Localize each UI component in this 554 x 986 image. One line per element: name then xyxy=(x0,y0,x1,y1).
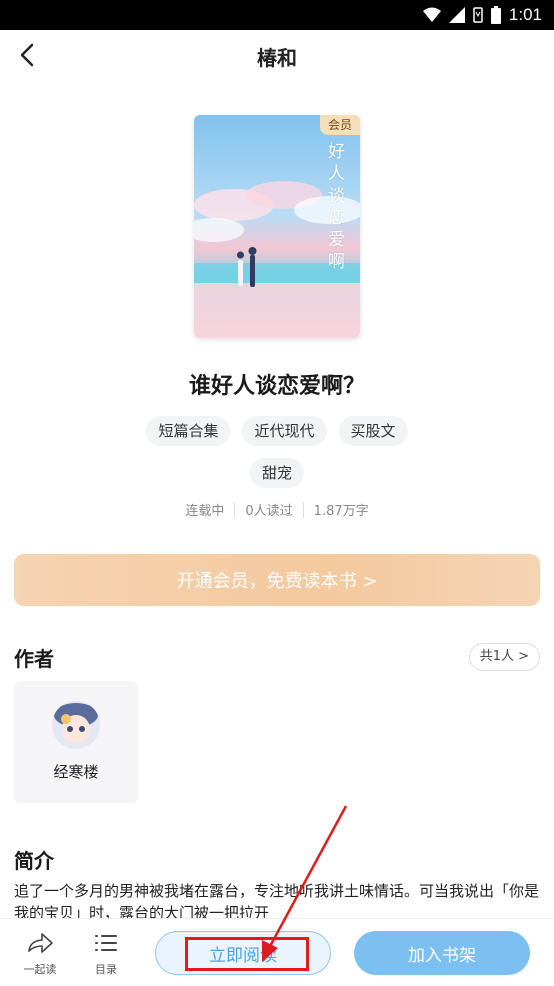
author-name: 经寒楼 xyxy=(53,763,99,781)
avatar xyxy=(52,701,100,749)
divider xyxy=(234,501,236,518)
divider xyxy=(302,501,304,518)
header: 椿和 xyxy=(0,30,554,80)
battery-icon xyxy=(490,6,501,24)
list-icon xyxy=(95,935,117,951)
sim-icon xyxy=(473,7,483,23)
signal-icon xyxy=(448,7,465,23)
wifi-icon xyxy=(422,7,441,22)
catalog-button[interactable]: 目录 xyxy=(84,931,128,977)
status-time: 1:01 xyxy=(508,5,542,24)
status-bar: 1:01 xyxy=(0,0,554,30)
reader-count: 0人读过 xyxy=(245,504,293,519)
author-section-title: 作者 xyxy=(14,647,54,671)
tag-item[interactable]: 近代现代 xyxy=(242,416,327,446)
author-card[interactable]: 经寒楼 xyxy=(14,681,138,803)
book-title: 谁好人谈恋爱啊？ xyxy=(188,374,365,399)
read-together-button[interactable]: 一起读 xyxy=(18,931,62,977)
word-count: 1.87万字 xyxy=(313,504,369,519)
tag-item[interactable]: 短篇合集 xyxy=(146,416,231,446)
tag-item[interactable]: 甜宠 xyxy=(249,458,304,488)
vip-banner-button[interactable]: 开通会员，免费读本书 > xyxy=(14,554,540,606)
add-to-shelf-button[interactable]: 加入书架 xyxy=(354,931,530,975)
read-together-label: 一起读 xyxy=(23,963,57,976)
share-icon xyxy=(28,933,53,953)
annotation-highlight-box xyxy=(185,937,309,971)
book-cover[interactable]: 会员 好人谈恋爱啊 xyxy=(194,115,360,338)
tag-list: 短篇合集 近代现代 买股文 甜宠 xyxy=(0,416,554,488)
tag-item[interactable]: 买股文 xyxy=(338,416,408,446)
book-meta: 连载中 0人读过 1.87万字 xyxy=(0,500,554,519)
catalog-label: 目录 xyxy=(95,963,117,976)
serial-status: 连载中 xyxy=(185,504,225,519)
cover-title: 好人谈恋爱啊 xyxy=(328,142,345,272)
member-badge: 会员 xyxy=(320,115,360,135)
intro-section-title: 简介 xyxy=(14,849,54,873)
author-count-button[interactable]: 共1人 > xyxy=(468,643,540,671)
page-title: 椿和 xyxy=(257,46,297,70)
intro-text[interactable]: 追了一个多月的男神被我堵在露台，专注地听我讲土味情话。可当我说出「你是我的宝贝」… xyxy=(14,880,540,918)
